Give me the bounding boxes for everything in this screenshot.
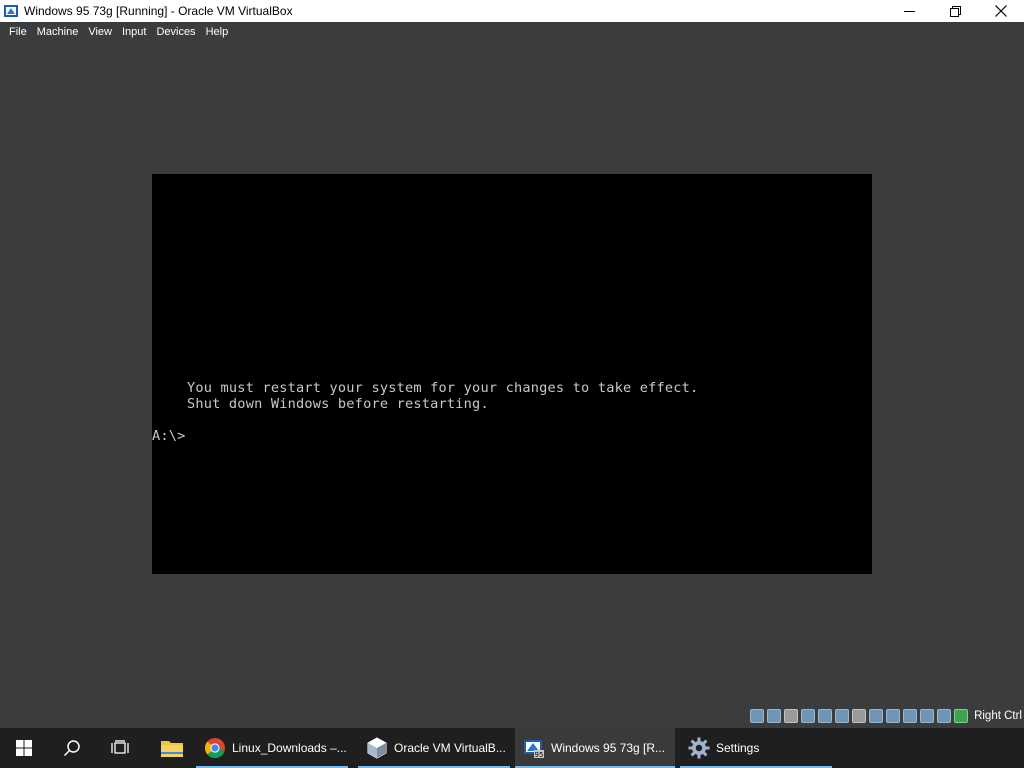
recording-icon[interactable] xyxy=(886,709,901,723)
shared-folders-icon[interactable] xyxy=(852,709,867,723)
taskbar-app-settings-label: Settings xyxy=(716,741,760,755)
vm-screen[interactable]: You must restart your system for your ch… xyxy=(152,174,872,574)
taskbar-app-chrome-label: Linux_Downloads –... xyxy=(232,741,347,755)
task-view-icon xyxy=(111,740,129,754)
close-button[interactable] xyxy=(978,0,1024,22)
taskbar-app-settings[interactable]: Settings xyxy=(680,728,832,768)
menu-bar: File Machine View Input Devices Help xyxy=(0,22,1024,42)
start-button[interactable] xyxy=(0,728,48,768)
console-shutdown-message: Shut down Windows before restarting. xyxy=(187,396,489,412)
optical-drive-icon[interactable] xyxy=(767,709,782,723)
vm-window-icon: 95 xyxy=(523,737,545,759)
chrome-icon xyxy=(204,737,226,759)
guest-additions-icon[interactable] xyxy=(903,709,918,723)
gear-icon xyxy=(688,737,710,759)
display-icon[interactable] xyxy=(869,709,884,723)
svg-text:95: 95 xyxy=(535,751,544,759)
search-button[interactable] xyxy=(48,728,96,768)
windows-logo-icon xyxy=(16,740,32,756)
menu-help[interactable]: Help xyxy=(201,22,234,42)
folder-icon xyxy=(161,741,183,757)
window-title: Windows 95 73g [Running] - Oracle VM Vir… xyxy=(24,4,293,18)
vm-status-bar: Right Ctrl xyxy=(0,704,1024,728)
floppy-icon[interactable] xyxy=(784,709,799,723)
menu-file[interactable]: File xyxy=(4,22,32,42)
network-icon[interactable] xyxy=(818,709,833,723)
menu-machine[interactable]: Machine xyxy=(32,22,84,42)
taskbar-app-vm-window[interactable]: 95 Windows 95 73g [R... xyxy=(515,728,675,768)
mouse-integration-icon[interactable] xyxy=(937,709,952,723)
hard-disk-icon[interactable] xyxy=(750,709,765,723)
vm-display-area: You must restart your system for your ch… xyxy=(0,42,1024,704)
console-restart-message: You must restart your system for your ch… xyxy=(187,380,699,396)
virtualbox-icon xyxy=(366,737,388,759)
restore-button[interactable] xyxy=(932,0,978,22)
taskbar-app-vm-window-label: Windows 95 73g [R... xyxy=(551,741,666,755)
host-key-label[interactable]: Right Ctrl xyxy=(974,710,1022,722)
virtualbox-icon xyxy=(3,3,19,19)
minimize-button[interactable] xyxy=(886,0,932,22)
usb-icon[interactable] xyxy=(835,709,850,723)
menu-view[interactable]: View xyxy=(83,22,117,42)
task-view-button[interactable] xyxy=(96,728,144,768)
file-explorer-button[interactable] xyxy=(148,728,196,768)
menu-devices[interactable]: Devices xyxy=(151,22,200,42)
cpu-icon[interactable] xyxy=(920,709,935,723)
console-prompt: A:\> xyxy=(152,428,186,444)
audio-icon[interactable] xyxy=(801,709,816,723)
taskbar-app-chrome[interactable]: Linux_Downloads –... xyxy=(196,728,348,768)
title-bar: Windows 95 73g [Running] - Oracle VM Vir… xyxy=(0,0,1024,22)
menu-input[interactable]: Input xyxy=(117,22,151,42)
taskbar-app-virtualbox-manager-label: Oracle VM VirtualB... xyxy=(394,741,506,755)
taskbar-app-virtualbox-manager[interactable]: Oracle VM VirtualB... xyxy=(358,728,510,768)
taskbar: Linux_Downloads –... Oracle VM VirtualB.… xyxy=(0,728,1024,768)
keyboard-icon[interactable] xyxy=(954,709,969,723)
search-icon xyxy=(63,740,80,757)
